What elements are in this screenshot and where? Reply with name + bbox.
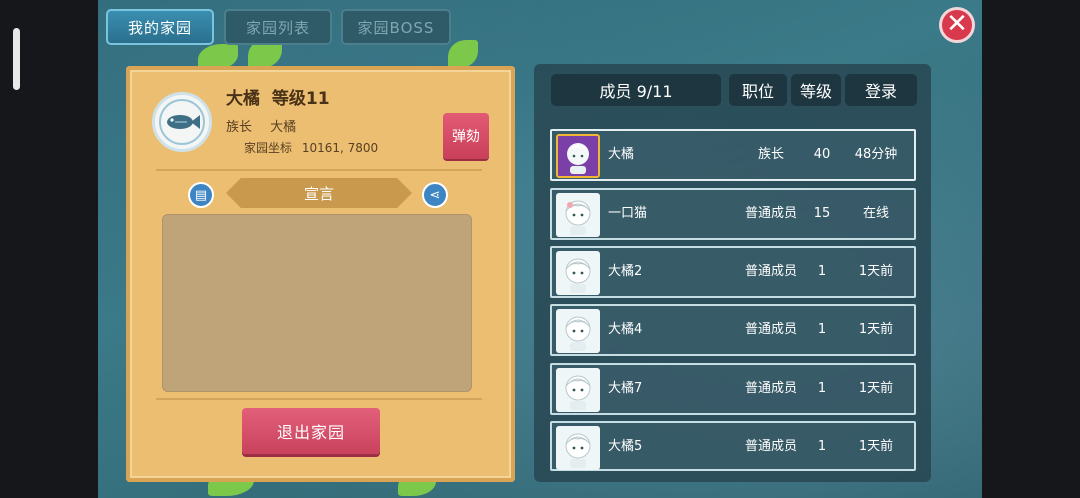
member-level: 1 (817, 322, 827, 337)
member-position: 普通成员 (744, 322, 797, 337)
member-name: 大橘4 (608, 322, 643, 337)
member-name: 大橘7 (608, 381, 643, 396)
avatar (556, 309, 600, 353)
leave-home-button[interactable]: 退出家园 (242, 408, 380, 454)
edit-declaration-icon[interactable]: ▤ (188, 182, 214, 208)
sort-by-position-button[interactable]: 职位 (729, 74, 787, 106)
tab-label: 家园列表 (245, 18, 310, 37)
member-level: 15 (813, 206, 831, 221)
member-level: 1 (817, 381, 827, 396)
fish-icon (152, 92, 212, 152)
col-position-label: 职位 (741, 82, 774, 101)
impeach-button[interactable]: 弹劾 (443, 113, 489, 159)
member-row[interactable]: 大橘2 普通成员 1 1天前 (550, 246, 916, 298)
home-name: 大橘 (226, 89, 260, 109)
declaration-label: 宣言 (303, 184, 334, 203)
home-level: 等级11 (271, 89, 330, 109)
home-coordinates: 家园坐标 10161, 7800 (244, 139, 378, 156)
member-name: 一口猫 (608, 206, 648, 221)
member-row[interactable]: 大橘7 普通成员 1 1天前 (550, 363, 916, 415)
home-info-panel: 大橘 等级11 族长 大橘 家园坐标 10161, 7800 弹劾 ▤ 宣言 ⋖… (126, 66, 515, 482)
member-login: 在线 (862, 206, 889, 221)
avatar-graphic (565, 258, 591, 293)
avatar-graphic (565, 316, 591, 351)
divider (156, 398, 482, 400)
declaration-text-box[interactable] (162, 214, 472, 392)
member-position: 普通成员 (744, 264, 797, 279)
divider (156, 169, 482, 171)
sort-by-login-button[interactable]: 登录 (845, 74, 917, 106)
home-window: 我的家园 家园列表 家园BOSS ✕ 大橘 等级11 族长 大橘 家园坐标 10… (98, 0, 982, 498)
member-login: 1天前 (858, 264, 894, 279)
coords-label: 家园坐标 (244, 141, 293, 155)
member-position: 普通成员 (744, 206, 797, 221)
member-count: 成员 9/11 (599, 82, 673, 101)
impeach-label: 弹劾 (452, 129, 480, 145)
avatar-graphic (565, 200, 591, 235)
fish-emblem-graphic (159, 99, 205, 145)
member-name: 大橘2 (608, 264, 643, 279)
leader-row: 族长 大橘 (226, 116, 310, 135)
col-level-label: 等级 (799, 82, 832, 101)
left-system-bar (0, 0, 98, 498)
avatar (556, 193, 600, 237)
tab-label: 我的家园 (127, 18, 192, 37)
col-login-label: 登录 (864, 82, 897, 101)
tab-label: 家园BOSS (357, 18, 435, 37)
tab-home-list[interactable]: 家园列表 (224, 9, 332, 45)
sort-by-level-button[interactable]: 等级 (791, 74, 841, 106)
coords-value: 10161, 7800 (301, 141, 379, 155)
declaration-header: 宣言 (226, 178, 412, 208)
leave-label: 退出家园 (276, 423, 345, 442)
member-count-header: 成员 9/11 (551, 74, 721, 106)
tab-my-home[interactable]: 我的家园 (106, 9, 214, 45)
share-icon[interactable]: ⋖ (422, 182, 448, 208)
member-login: 1天前 (858, 322, 894, 337)
avatar (556, 134, 600, 178)
member-row[interactable]: 大橘5 普通成员 1 1天前 (550, 421, 916, 471)
avatar-graphic (565, 433, 591, 468)
member-position: 族长 (757, 147, 784, 162)
member-row[interactable]: 一口猫 普通成员 15 在线 (550, 188, 916, 240)
member-level: 40 (813, 147, 831, 162)
close-button[interactable]: ✕ (939, 7, 975, 43)
close-icon: ✕ (946, 9, 968, 39)
member-position: 普通成员 (744, 439, 797, 454)
home-title: 大橘 等级11 (226, 84, 330, 109)
members-panel: 成员 9/11 职位 等级 登录 大橘 族长 40 48分钟 一口猫 普通成员 … (534, 64, 931, 482)
avatar (556, 426, 600, 470)
member-level: 1 (817, 439, 827, 454)
member-level: 1 (817, 264, 827, 279)
avatar-graphic (567, 143, 589, 174)
member-login: 1天前 (858, 381, 894, 396)
member-row[interactable]: 大橘 族长 40 48分钟 (550, 129, 916, 181)
leader-name: 大橘 (270, 120, 297, 135)
member-name: 大橘 (608, 147, 635, 162)
member-login: 1天前 (858, 439, 894, 454)
right-system-bar (982, 0, 1080, 498)
avatar (556, 368, 600, 412)
leaf-decoration (448, 40, 478, 68)
member-name: 大橘5 (608, 439, 643, 454)
tab-home-boss[interactable]: 家园BOSS (341, 9, 451, 45)
avatar (556, 251, 600, 295)
member-row[interactable]: 大橘4 普通成员 1 1天前 (550, 304, 916, 356)
avatar-graphic (565, 375, 591, 410)
member-login: 48分钟 (854, 147, 898, 162)
side-handle[interactable] (13, 28, 20, 90)
leader-label: 族长 (226, 120, 253, 135)
member-position: 普通成员 (744, 381, 797, 396)
